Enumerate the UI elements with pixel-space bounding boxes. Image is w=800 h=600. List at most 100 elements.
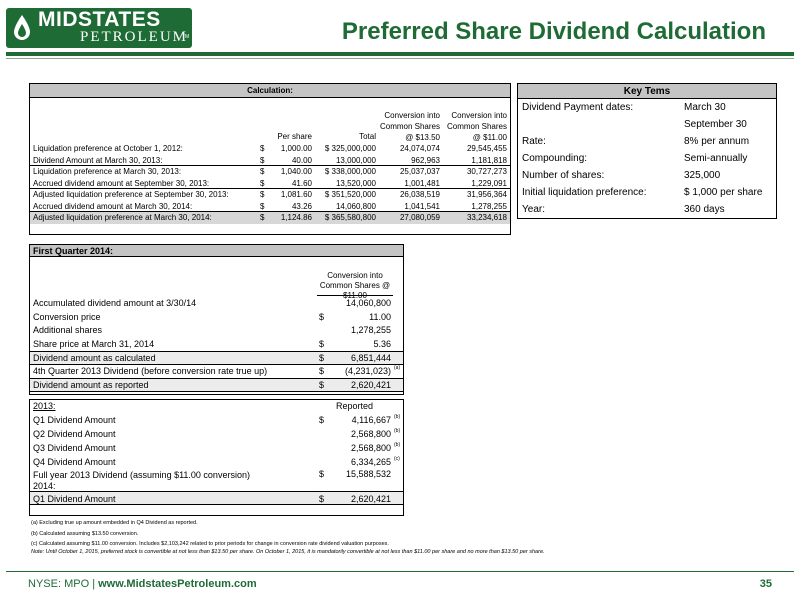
key-term-label: Rate: — [522, 136, 546, 147]
row-value: 2,620,421 — [350, 380, 391, 390]
total-value: $ 351,520,000 — [324, 190, 376, 199]
q1-2014-column-header: Conversion into Common Shares @ $11.00 — [30, 257, 403, 300]
footer-text: NYSE: MPO | www.MidstatesPetroleum.com — [28, 578, 257, 590]
table-row: Adjusted liquidation preference at March… — [30, 212, 510, 224]
row-label: Accrued dividend amount at March 30, 201… — [33, 201, 193, 211]
table-row: 4th Quarter 2013 Dividend (before conver… — [30, 365, 403, 379]
y2013-title: 2013: — [33, 401, 56, 411]
table-row-highlight: Q1 Dividend Amount $2,620,421 — [30, 491, 403, 505]
total-value: 13,000,000 — [335, 155, 376, 165]
key-term-value: 360 days — [684, 204, 725, 215]
currency-symbol: $ — [319, 494, 325, 504]
col-per-share: Per share — [277, 132, 312, 141]
footnote-a: (a) Excluding true up amount embedded in… — [31, 520, 198, 526]
q1-2014-table: First Quarter 2014: Conversion into Comm… — [29, 244, 404, 395]
q1-2014-header: First Quarter 2014: — [30, 245, 403, 257]
footnote-ref: (b) — [394, 414, 401, 420]
table-row: Dividend Amount at March 30, 2013: $ 40.… — [30, 155, 510, 166]
footnote-ref: (c) — [394, 456, 400, 462]
table-row-highlight: Dividend amount as reported $2,620,421 — [30, 378, 403, 392]
conversion-1100-value: 31,956,364 — [466, 190, 507, 199]
key-term-label: Initial liquidation preference: — [522, 187, 647, 198]
table-row: Accrued dividend amount at March 30, 201… — [30, 201, 510, 212]
table-row: Liquidation preference at October 1, 201… — [30, 143, 510, 155]
table-row: Q3 Dividend Amount 2,568,800 (b) — [30, 441, 403, 455]
conversion-1350-value: 27,080,059 — [399, 213, 440, 222]
row-value: 5.36 — [373, 338, 391, 349]
col-total: Total — [359, 132, 376, 141]
row-label: Dividend amount as calculated — [33, 353, 156, 363]
conversion-1350-value: 24,074,074 — [399, 144, 440, 153]
key-term-row: Rate: 8% per annum — [518, 133, 776, 150]
company-logo: MIDSTATES PETROLEUM TM — [6, 8, 192, 48]
page-number: 35 — [759, 578, 772, 590]
conversion-1100-value: 30,727,273 — [466, 167, 507, 176]
row-value: 6,334,265 — [350, 457, 391, 467]
key-term-row: Year: 360 days — [518, 201, 776, 218]
footer-divider — [6, 571, 794, 572]
logo-wordmark-top: MIDSTATES — [38, 8, 161, 31]
logo-trademark: TM — [182, 34, 190, 40]
row-label: Q4 Dividend Amount — [33, 457, 116, 467]
row-label: Additional shares — [33, 325, 103, 335]
key-term-value: Semi-annually — [684, 153, 748, 164]
website-link[interactable]: www.MidstatesPetroleum.com — [98, 578, 257, 590]
conversion-1100-value: 1,278,255 — [471, 201, 507, 211]
key-terms-header: Key Tems — [518, 84, 776, 99]
footnote-c: (c) Calculated assuming $11.00 conversio… — [31, 541, 389, 547]
row-label: Q1 Dividend Amount — [33, 494, 116, 504]
row-label: Adjusted liquidation preference at March… — [33, 213, 212, 222]
per-share-value: 1,124.86 — [280, 213, 312, 222]
row-label: Dividend Amount at March 30, 2013: — [33, 155, 163, 165]
table-row: Additional shares 1,278,255 — [30, 324, 403, 338]
ticker: NYSE: MPO — [28, 578, 90, 590]
row-label: Dividend amount as reported — [33, 380, 149, 390]
row-label: Q2 Dividend Amount — [33, 429, 116, 439]
row-value: 2,568,800 — [350, 429, 391, 439]
per-share-value: 40.00 — [291, 155, 312, 165]
table-row: Q2 Dividend Amount 2,568,800 (b) — [30, 427, 403, 441]
currency-symbol: $ — [319, 338, 325, 349]
footnote-b: (b) Calculated assuming $13.50 conversio… — [31, 531, 139, 537]
row-value: 11.00 — [369, 311, 391, 322]
total-value: 14,060,800 — [335, 201, 376, 211]
y2013-header: 2013: Reported — [30, 400, 403, 413]
header-divider-thin — [6, 58, 794, 59]
row-label: Accrued dividend amount at September 30,… — [33, 178, 210, 188]
conversion-1100-value: 1,229,091 — [471, 178, 507, 188]
table-row: Share price at March 31, 2014 $5.36 — [30, 338, 403, 352]
key-term-row: September 30 — [518, 116, 776, 133]
conversion-1350-value: 962,963 — [411, 155, 440, 165]
calculation-table: Calculation: Per share Total Conversion … — [29, 83, 511, 235]
currency-symbol: $ — [319, 469, 325, 479]
key-term-row: Number of shares: 325,000 — [518, 167, 776, 184]
table-row-highlight: Dividend amount as calculated $6,851,444 — [30, 351, 403, 365]
row-label: Q3 Dividend Amount — [33, 443, 116, 453]
table-row: Full year 2013 Dividend (assuming $11.00… — [30, 469, 403, 491]
logo-wordmark-bottom: PETROLEUM — [78, 29, 190, 45]
total-value: 13,520,000 — [335, 178, 376, 188]
table-row: Conversion price $11.00 — [30, 311, 403, 325]
table-row: Q4 Dividend Amount 6,334,265 (c) — [30, 455, 403, 469]
conversion-1350-value: 25,037,037 — [399, 167, 440, 176]
currency-symbol: $ — [319, 365, 325, 376]
key-terms-table: Key Tems Dividend Payment dates: March 30… — [517, 83, 777, 219]
key-term-label: Compounding: — [522, 153, 588, 164]
per-share-value: 1,040.00 — [280, 167, 312, 176]
key-term-label: Number of shares: — [522, 170, 605, 181]
row-label: Conversion price — [33, 311, 101, 322]
table-row: Adjusted liquidation preference at Septe… — [30, 189, 510, 201]
row-label: Liquidation preference at October 1, 201… — [33, 144, 183, 153]
key-term-value: 8% per annum — [684, 136, 750, 147]
key-term-row: Dividend Payment dates: March 30 — [518, 99, 776, 116]
key-term-value: 325,000 — [684, 170, 721, 181]
conversion-1100-value: 1,181,818 — [471, 155, 507, 165]
currency-symbol: $ — [319, 311, 325, 322]
footnote-note: Note: Until October 1, 2015, preferred s… — [31, 549, 545, 555]
conversion-1100-value: 29,545,455 — [466, 144, 507, 153]
calculation-column-headers: Per share Total Conversion into Common S… — [30, 98, 510, 143]
row-value: 2,568,800 — [350, 443, 391, 453]
key-term-label: Dividend Payment dates: — [522, 102, 634, 113]
row-label: Full year 2013 Dividend (assuming $11.00… — [33, 470, 250, 492]
per-share-value: 1,081.60 — [280, 190, 312, 199]
